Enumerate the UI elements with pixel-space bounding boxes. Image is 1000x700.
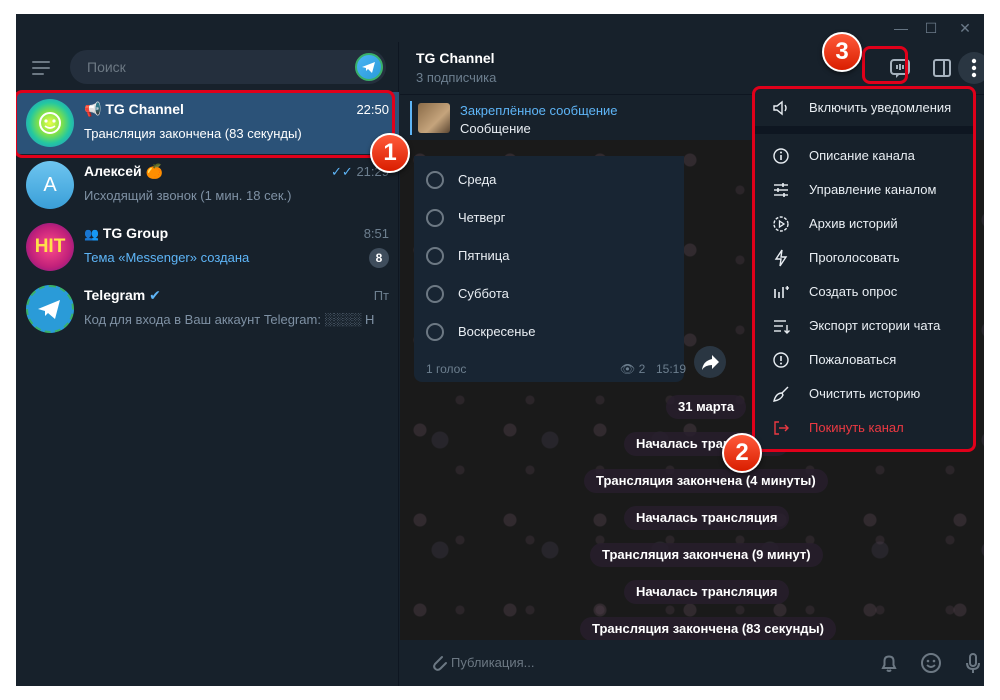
date-separator: 31 марта xyxy=(666,395,747,419)
poll-option-label: Четверг xyxy=(458,210,506,225)
group-icon: 👥 xyxy=(84,227,99,241)
callout-3: 3 xyxy=(822,32,862,72)
unread-badge: 8 xyxy=(369,248,389,268)
poll-option-label: Суббота xyxy=(458,286,509,301)
radio-icon xyxy=(426,285,444,303)
chat-time: 8:51 xyxy=(363,226,389,241)
poll-option-label: Пятница xyxy=(458,248,510,263)
composer-input[interactable]: Публикация... xyxy=(451,655,534,670)
avatar-text: HIT xyxy=(34,236,66,257)
sidebar-toggle-icon[interactable] xyxy=(926,52,958,84)
service-message: Началась трансляция xyxy=(624,580,790,604)
chat-time: Пт xyxy=(373,288,389,303)
avatar-letter: A xyxy=(43,174,57,196)
header-title[interactable]: TG Channel xyxy=(416,50,495,66)
radio-icon xyxy=(426,323,444,341)
highlight-stream-button xyxy=(862,46,908,84)
service-message: Трансляция закончена (9 минут) xyxy=(590,543,823,567)
service-message: Началась трансляция xyxy=(624,506,790,530)
view-count: 2 xyxy=(638,362,646,376)
pinned-label: Закреплённое сообщение xyxy=(460,103,618,118)
chat-item-telegram[interactable]: Telegram ✔ Пт Код для входа в Ваш аккаун… xyxy=(16,278,399,340)
highlight-chat xyxy=(16,90,395,158)
chat-item-aleksey[interactable]: A Алексей 🍊 ✓✓ 21:29 Исходящий звонок (1… xyxy=(16,154,399,216)
chat-snippet: Тема «Messenger» создана xyxy=(84,250,250,265)
double-check-icon: ✓✓ xyxy=(331,164,353,179)
more-options-icon[interactable] xyxy=(958,52,984,84)
poll-option-label: Воскресенье xyxy=(458,324,536,339)
service-message: Трансляция закончена (83 секунды) xyxy=(580,617,836,641)
maximize-button[interactable]: ☐ xyxy=(916,18,946,38)
poll-vote-count[interactable]: 1 голос xyxy=(426,362,466,376)
chat-title: Telegram xyxy=(84,287,146,303)
chat-title: TG Group xyxy=(102,225,169,241)
header-subtitle: 3 подписчика xyxy=(416,70,497,85)
telegram-stories-icon[interactable] xyxy=(355,53,383,81)
radio-icon xyxy=(426,171,444,189)
hamburger-menu-icon[interactable] xyxy=(32,58,54,78)
search-input[interactable]: Поиск xyxy=(70,50,386,84)
radio-icon xyxy=(426,209,444,227)
tangerine-emoji: 🍊 xyxy=(145,163,163,179)
emoji-icon[interactable] xyxy=(918,650,944,676)
minimize-button[interactable]: — xyxy=(886,18,916,38)
chat-snippet: Исходящий звонок (1 мин. 18 сек.) xyxy=(84,188,292,203)
message-time: 15:19 xyxy=(656,362,687,376)
highlight-menu xyxy=(752,86,976,452)
radio-icon xyxy=(426,247,444,265)
pinned-text: Сообщение xyxy=(460,121,531,136)
aleksey-avatar: A xyxy=(26,161,74,209)
close-button[interactable]: ✕ xyxy=(950,18,980,38)
service-message: Трансляция закончена (4 минуты) xyxy=(584,469,828,493)
poll-option-label: Среда xyxy=(458,172,497,187)
chat-item-tg-group[interactable]: HIT 👥 TG Group 8:51 Тема «Messenger» соз… xyxy=(16,216,399,278)
eye-icon: 👁 xyxy=(620,362,636,376)
telegram-avatar xyxy=(26,285,74,333)
share-icon[interactable] xyxy=(694,346,726,378)
tg-group-avatar: HIT xyxy=(26,223,74,271)
callout-1: 1 xyxy=(370,133,410,173)
pinned-indicator xyxy=(410,101,412,135)
search-placeholder: Поиск xyxy=(87,59,126,75)
verified-icon: ✔ xyxy=(149,287,161,303)
microphone-icon[interactable] xyxy=(960,650,984,676)
chat-title: Алексей xyxy=(84,163,142,179)
message-composer: Публикация... xyxy=(400,640,984,686)
callout-2: 2 xyxy=(722,433,762,473)
bell-icon[interactable] xyxy=(876,650,902,676)
pinned-thumbnail xyxy=(418,103,450,133)
attach-icon[interactable] xyxy=(426,650,452,676)
chat-snippet: Код для входа в Ваш аккаунт Telegram: ░░… xyxy=(84,312,374,327)
poll-message: Среда Четверг Пятница Суббота Воскресень… xyxy=(414,156,687,382)
